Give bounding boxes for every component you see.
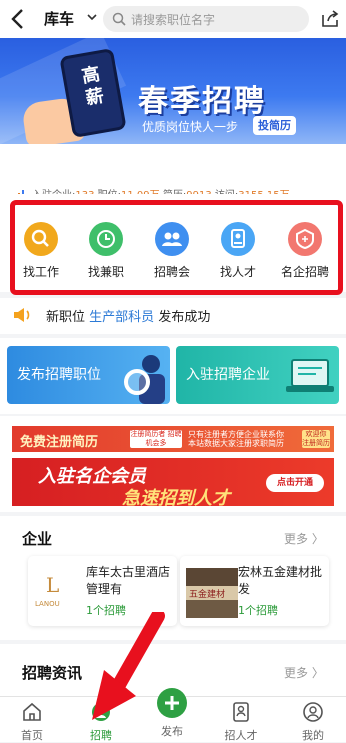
company-logo-text: 五金建材 (189, 588, 225, 600)
speaker-icon (14, 308, 30, 322)
user-icon (303, 702, 323, 722)
plus-icon (165, 696, 179, 710)
company-logo: 五金建材 (186, 568, 238, 618)
promo-line-2: 本站数据大家注册求职简历 (188, 439, 284, 448)
join-company-card[interactable]: 入驻招聘企业 (176, 346, 339, 404)
tab-label: 招人才 (224, 729, 258, 742)
search-placeholder: 请搜索职位名字 (131, 13, 216, 27)
back-arrow-icon[interactable] (8, 7, 28, 31)
company-name: 宏林五金建材批发 (238, 565, 323, 596)
vip-member-banner[interactable]: 入驻名企会员 急速招到人才 点击开通 (12, 458, 334, 509)
resume-icon (233, 702, 249, 722)
search-icon (112, 12, 126, 26)
news-more-link[interactable]: 更多 〉 (284, 664, 324, 681)
tab-label: 我的 (302, 729, 324, 742)
news-title: 招聘资讯 (22, 664, 83, 682)
storefront-photo-icon: 五金建材 (186, 568, 238, 618)
company-card[interactable]: L LANOU 库车太古里酒店管理有 1个招聘 (28, 556, 177, 626)
publish-button[interactable] (157, 688, 187, 718)
companies-title: 企业 (22, 530, 53, 548)
tab-home[interactable]: 首页 (2, 697, 62, 743)
company-job-count: 1个招聘 (238, 604, 278, 617)
magnifier-person-illustration (124, 355, 165, 404)
share-icon[interactable] (320, 9, 340, 29)
laptop-illustration (286, 359, 334, 392)
free-resume-banner[interactable]: 免费注册简历 注册简历者 招聘机会多 只有注册者方便企业联系你 本站数据大家注册求… (12, 426, 334, 452)
company-name: 库车太古里酒店管理有 (86, 565, 171, 596)
spring-recruitment-banner[interactable]: 高薪 春季招聘 优质岗位快人一步 投简历 (0, 38, 346, 144)
tab-find-talent[interactable]: 招人才 (211, 697, 271, 743)
notice-suffix: 发布成功 (158, 310, 211, 325)
company-job-count: 1个招聘 (86, 604, 126, 617)
welcome-badge: 欢迎你 注册简历 (302, 430, 330, 448)
tab-label: 招聘 (90, 729, 112, 742)
notice-text: 新职位 生产部科员 发布成功 (46, 306, 210, 325)
register-resume-badge: 注册简历者 招聘机会多 (130, 430, 182, 448)
tab-recruit[interactable]: 招聘 (71, 697, 131, 743)
post-job-card[interactable]: 发布招聘职位 (7, 346, 170, 404)
search-input[interactable]: 请搜索职位名字 (103, 6, 309, 32)
stats-section: 入驻企业:133 职位:11.09万 简历:9913 访问:3155.15万 (0, 144, 346, 201)
post-job-label: 发布招聘职位 (17, 367, 101, 383)
company-card[interactable]: 五金建材 宏林五金建材批发 1个招聘 (180, 556, 329, 626)
tab-profile[interactable]: 我的 (283, 697, 343, 743)
notice-prefix: 新职位 (46, 310, 86, 325)
svg-text:L: L (46, 573, 59, 597)
join-company-label: 入驻招聘企业 (186, 367, 270, 383)
company-logo: L LANOU (34, 568, 74, 618)
free-resume-title: 免费注册简历 (20, 435, 99, 450)
banner-subtitle: 优质岗位快人一步 (142, 120, 239, 134)
promo-line-1: 只有注册者方便企业联系你 (188, 430, 284, 439)
promo-description: 只有注册者方便企业联系你 本站数据大家注册求职简历 (188, 430, 284, 448)
notice-job-title[interactable]: 生产部科员 (89, 310, 154, 325)
submit-resume-button[interactable]: 投简历 (253, 116, 296, 135)
vip-subtitle: 急速招到人才 (122, 488, 230, 509)
lanou-logo-icon: L LANOU (35, 573, 60, 608)
chevron-down-icon[interactable] (86, 11, 98, 23)
city-selector[interactable]: 库车 (44, 8, 74, 29)
highlight-frame (10, 200, 343, 295)
phone-text: 高薪 (80, 63, 106, 110)
tab-label: 发布 (161, 725, 183, 738)
companies-more-link[interactable]: 更多 〉 (284, 530, 324, 547)
open-vip-button[interactable]: 点击开通 (266, 474, 324, 492)
company-logo-text: LANOU (35, 600, 60, 608)
recruit-icon (92, 703, 110, 721)
job-notice-bar[interactable]: 新职位 生产部科员 发布成功 (0, 298, 346, 334)
top-navigation-bar: 库车 请搜索职位名字 (0, 0, 346, 38)
home-icon (23, 702, 41, 721)
banner-title: 春季招聘 (138, 84, 266, 119)
tab-label: 首页 (21, 729, 43, 742)
